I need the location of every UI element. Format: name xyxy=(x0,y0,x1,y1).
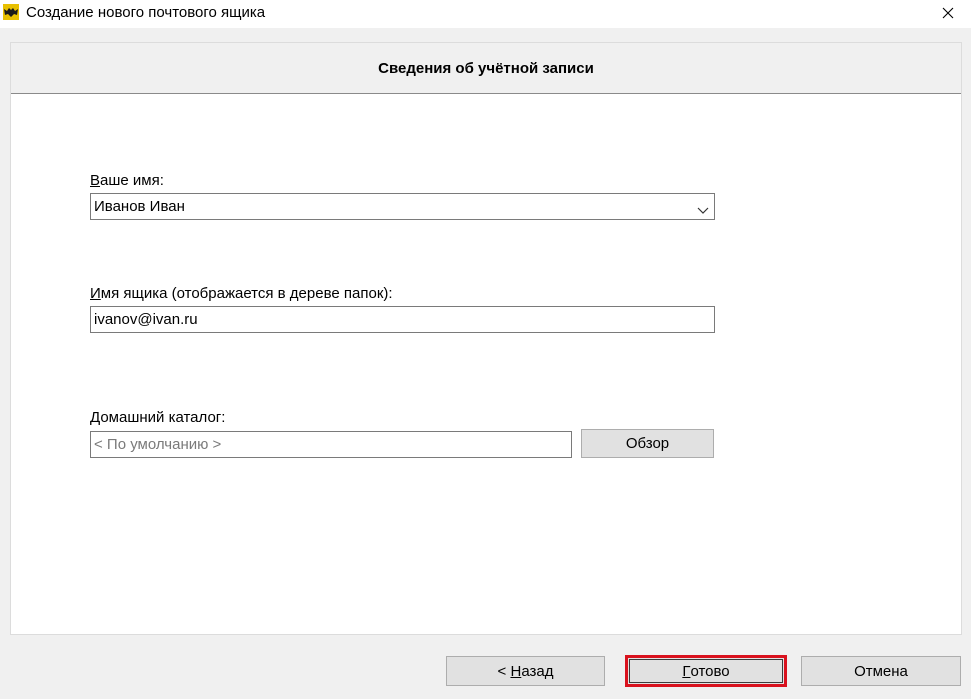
close-button[interactable] xyxy=(925,0,971,28)
window-title: Создание нового почтового ящика xyxy=(26,4,266,21)
page-header: Сведения об учётной записи xyxy=(11,43,961,94)
home-dir-field[interactable] xyxy=(90,431,572,458)
mailbox-name-input[interactable] xyxy=(91,307,714,332)
home-dir-input[interactable] xyxy=(91,432,571,457)
name-value: Иванов Иван xyxy=(94,198,185,215)
title-bar: Создание нового почтового ящика xyxy=(0,0,971,28)
finish-button-label: Готово xyxy=(629,659,783,683)
name-label: Ваше имя: xyxy=(90,172,164,189)
chevron-down-icon[interactable] xyxy=(697,202,709,214)
name-combobox[interactable]: Иванов Иван xyxy=(90,193,715,220)
back-button[interactable]: < Назад xyxy=(446,656,605,686)
cancel-button[interactable]: Отмена xyxy=(801,656,961,686)
page-title: Сведения об учётной записи xyxy=(378,60,594,77)
dialog-window: Создание нового почтового ящика Сведения… xyxy=(0,0,971,699)
home-dir-label: Домашний каталог: xyxy=(90,409,226,426)
finish-button[interactable]: Готово xyxy=(625,655,787,687)
wizard-page: Сведения об учётной записи Ваше имя: Ива… xyxy=(10,42,962,635)
mailbox-name-label: Имя ящика (отображается в дереве папок): xyxy=(90,285,393,302)
mailbox-name-field[interactable] xyxy=(90,306,715,333)
browse-button[interactable]: Обзор xyxy=(581,429,714,458)
bat-icon xyxy=(3,4,19,20)
close-icon xyxy=(942,6,954,23)
